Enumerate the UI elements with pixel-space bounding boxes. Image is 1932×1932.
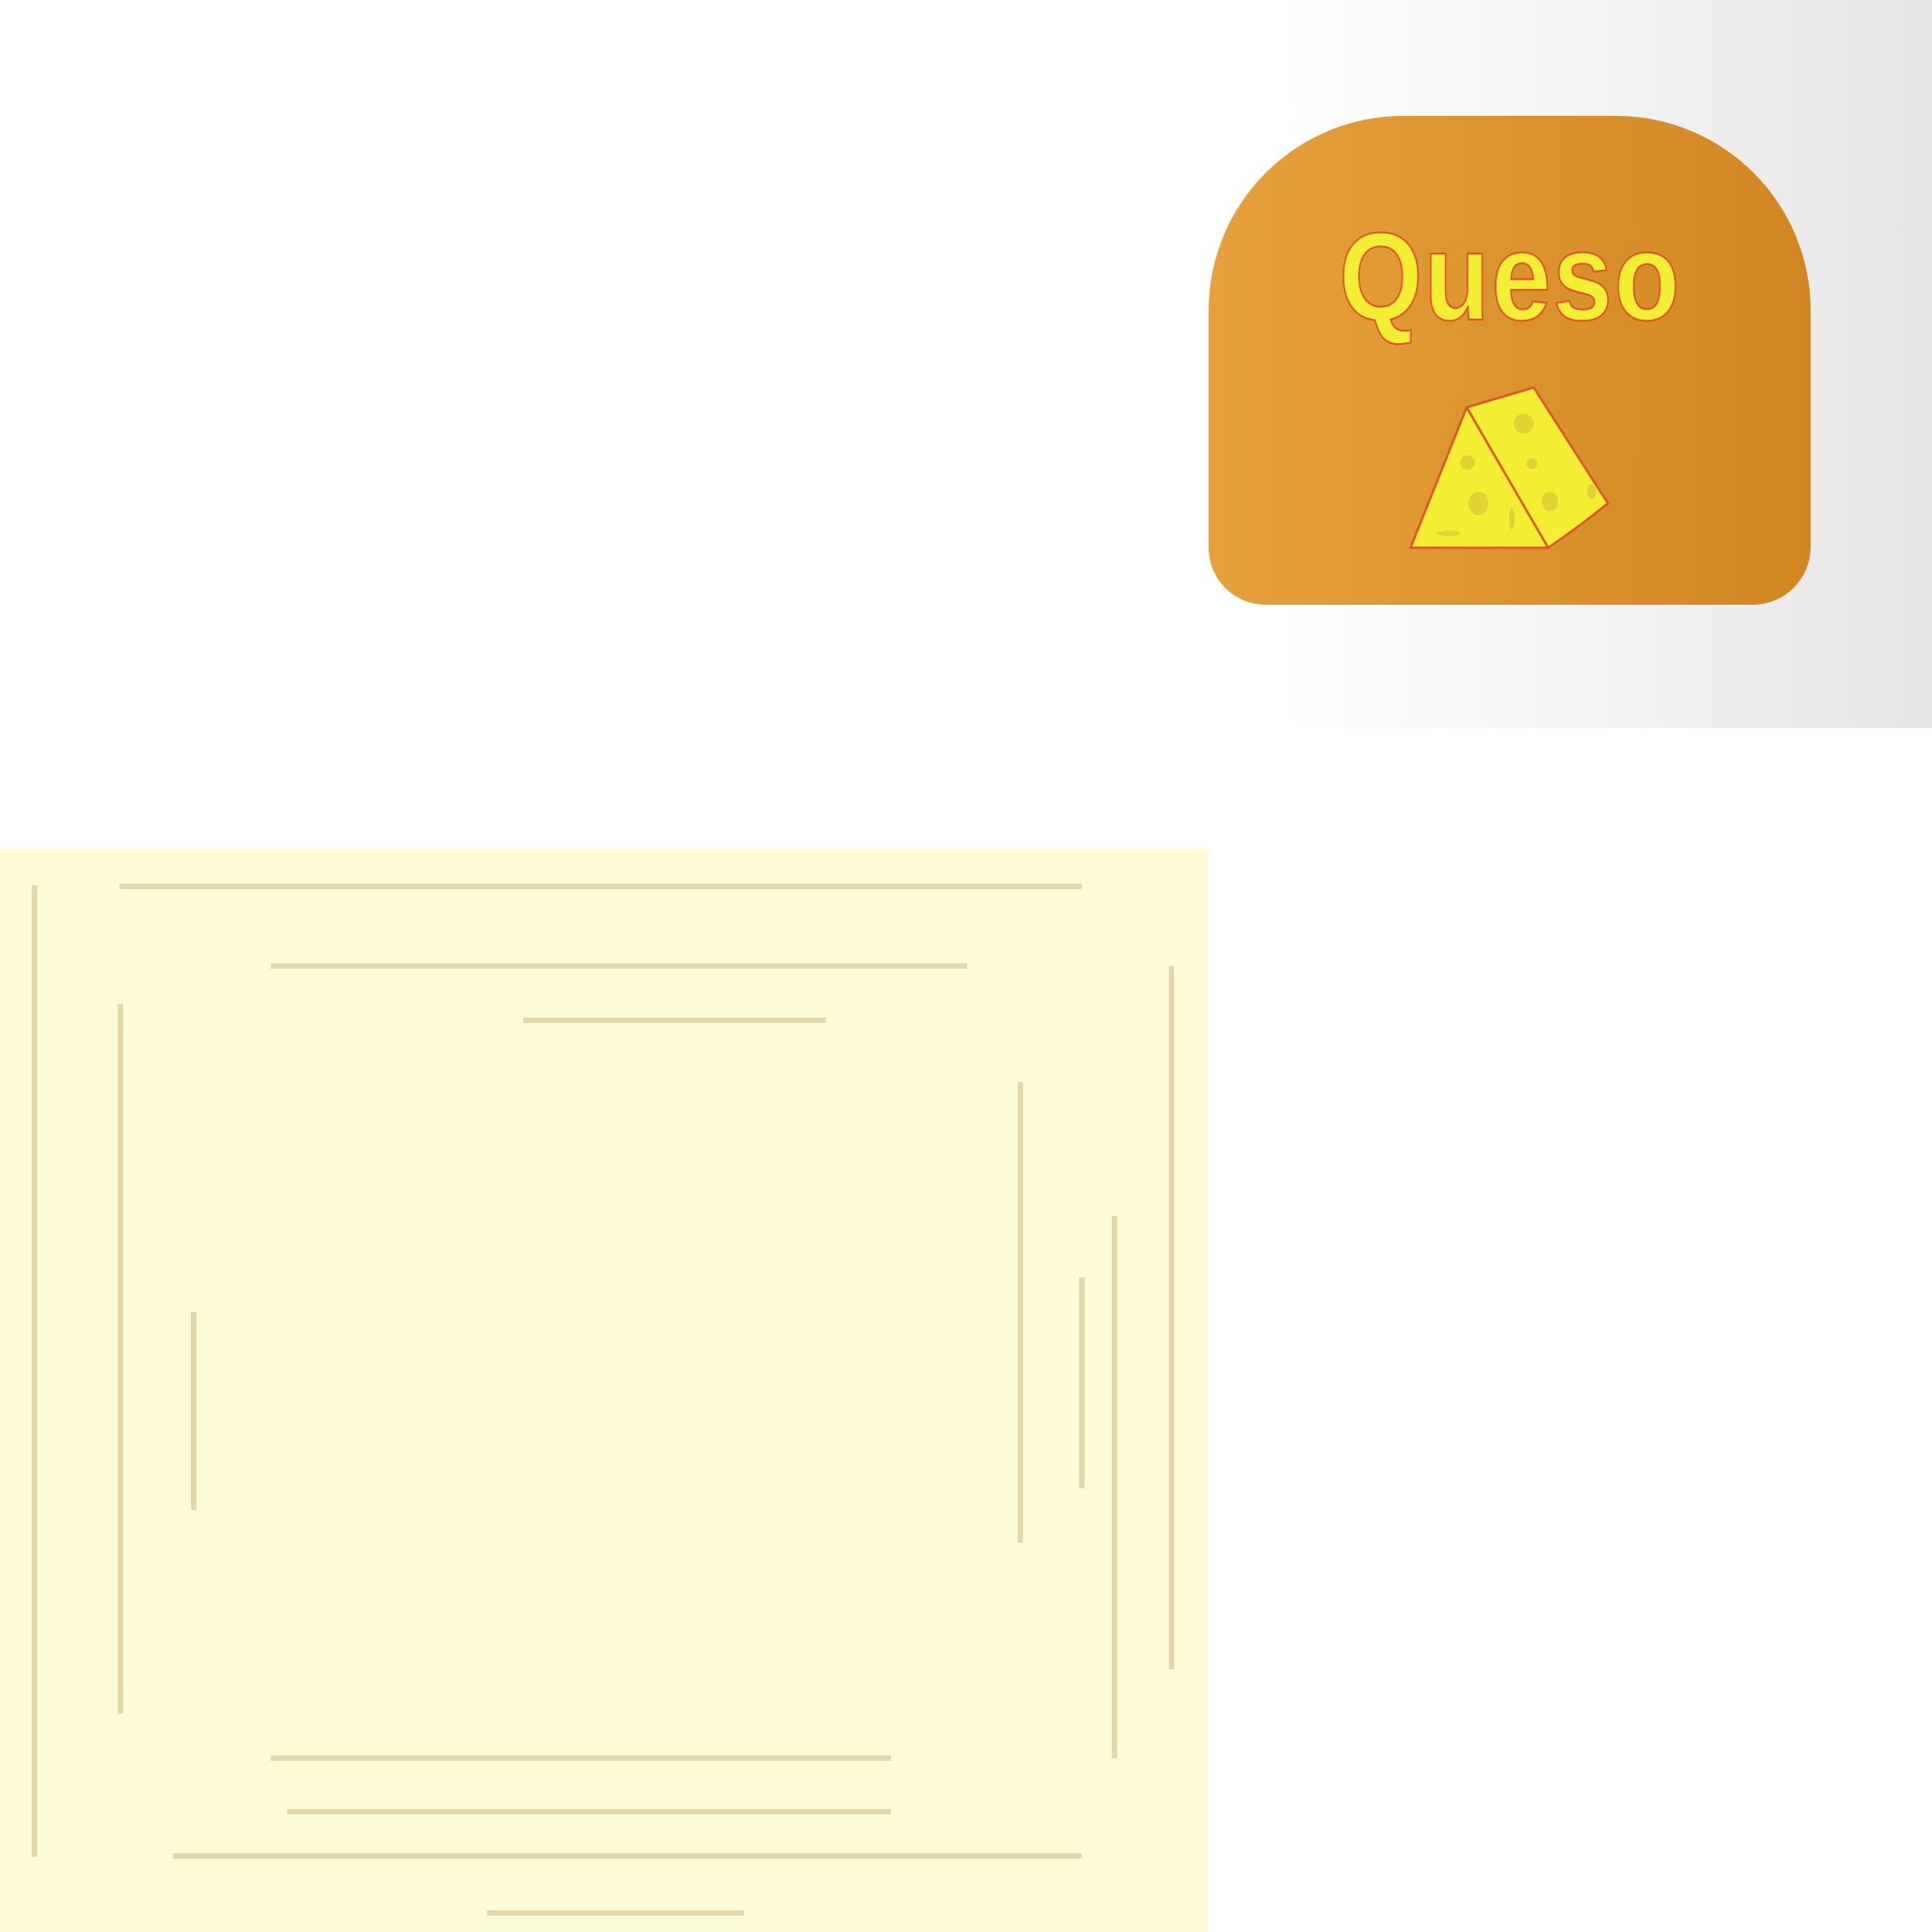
mat-background	[0, 849, 1209, 1932]
cheese-mat	[0, 849, 1209, 1932]
scene-canvas: Queso	[0, 0, 1932, 1932]
queso-title: Queso	[1339, 207, 1681, 347]
